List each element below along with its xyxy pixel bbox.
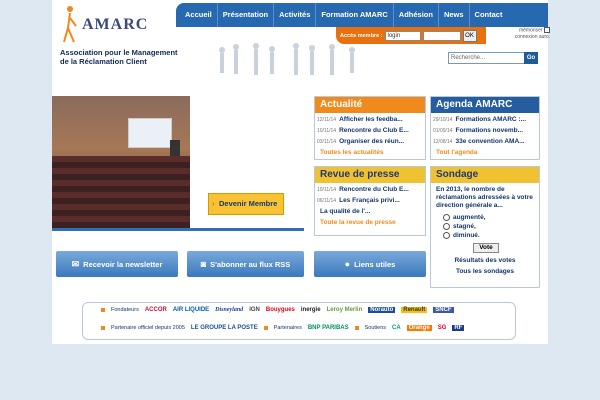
vote-button[interactable]: Vote: [473, 243, 499, 253]
airliquide-logo[interactable]: AIR LIQUIDE: [173, 307, 209, 313]
nav-accueil[interactable]: Accueil: [180, 3, 218, 27]
revue-title[interactable]: Revue de presse: [315, 167, 425, 183]
devenir-membre-button[interactable]: Devenir Membre: [208, 193, 284, 215]
sncf-logo[interactable]: SNCF: [433, 307, 454, 313]
agenda-item[interactable]: 01/09/14 Formations novemb...: [431, 127, 539, 135]
agenda-title[interactable]: Agenda AMARC: [431, 97, 539, 113]
bullet-icon: [101, 308, 105, 312]
resultats-link[interactable]: Résultats des votes: [431, 257, 539, 264]
rss-icon: ◙: [200, 259, 207, 269]
login-label: Accès membre :: [340, 32, 383, 39]
liens-utiles-button[interactable]: ● Liens utiles: [314, 251, 426, 277]
sondage-option[interactable]: augmenté,: [431, 213, 539, 222]
accor-logo[interactable]: ACCOR: [145, 307, 167, 313]
bouygues-logo[interactable]: Bouygues: [266, 307, 295, 313]
search-go-button[interactable]: Go: [524, 52, 538, 64]
sg-logo[interactable]: SG: [438, 325, 447, 331]
bnp-logo[interactable]: BNP PARIBAS: [308, 325, 349, 331]
logo-brand: AMARC: [82, 16, 149, 33]
sondage-box: Sondage En 2013, le nombre de réclamatio…: [430, 166, 540, 288]
logo-subtitle: Association pour le Management de la Réc…: [60, 48, 178, 66]
login-field[interactable]: login: [384, 30, 421, 41]
sondage-option[interactable]: stagné,: [431, 222, 539, 231]
crowd-silhouette-icon: [219, 43, 355, 75]
actualite-item[interactable]: 12/11/14 Afficher les feedba...: [315, 116, 425, 124]
audience-rows: [52, 156, 190, 228]
toute-revue-link[interactable]: Toute la revue de presse: [315, 219, 425, 226]
disney-logo[interactable]: Disneyland: [215, 307, 243, 313]
fondateurs-row: Fondateurs ACCOR AIR LIQUIDE Disneyland …: [101, 307, 454, 313]
revue-box: Revue de presse 10/11/14 Rencontre du Clu…: [314, 166, 426, 236]
main-nav: Accueil Présentation Activités Formation…: [176, 3, 548, 27]
divider-bar: [52, 228, 304, 231]
agenda-item[interactable]: 29/10/14 Formations AMARC :...: [431, 116, 539, 124]
auto-connect-label: connexion auto.: [514, 34, 550, 41]
revue-item[interactable]: La qualité de l'...: [315, 208, 425, 216]
remember-me: mémoriser connexion auto.: [514, 27, 550, 41]
sondage-option[interactable]: diminué.: [431, 231, 539, 240]
revue-item[interactable]: 06/11/14 Les Français privi...: [315, 197, 425, 205]
password-field[interactable]: [422, 30, 461, 41]
ign-logo[interactable]: IGN: [249, 307, 260, 313]
login-bar: Accès membre : login OK: [336, 27, 486, 44]
revue-item[interactable]: 10/11/14 Rencontre du Club E...: [315, 186, 425, 194]
rss-button[interactable]: ◙ S'abonner au flux RSS: [187, 251, 304, 277]
sondage-question: En 2013, le nombre de réclamations adres…: [436, 186, 533, 209]
leroymerlin-logo[interactable]: Leroy Merlin: [327, 307, 363, 313]
bullet-icon: [101, 326, 105, 330]
conference-photo: [52, 96, 190, 228]
bullet-icon: [263, 326, 268, 330]
actualite-title[interactable]: Actualité: [315, 97, 425, 113]
orange-logo[interactable]: Orange: [406, 325, 432, 331]
toutes-actualites-link[interactable]: Toutes les actualités: [315, 149, 425, 156]
republique-logo[interactable]: RF: [452, 325, 465, 331]
bullet-icon: [354, 326, 359, 330]
laposte-logo[interactable]: LE GROUPE LA POSTE: [191, 325, 258, 331]
nav-formation[interactable]: Formation AMARC: [316, 3, 394, 27]
agenda-box: Agenda AMARC 29/10/14 Formations AMARC :.…: [430, 96, 540, 160]
sondage-title: Sondage: [431, 167, 539, 183]
actualite-box: Actualité 12/11/14 Afficher les feedba...…: [314, 96, 426, 160]
norauto-logo[interactable]: Norauto: [368, 307, 396, 313]
nav-contact[interactable]: Contact: [470, 3, 508, 27]
tous-sondages-link[interactable]: Tous les sondages: [431, 268, 539, 275]
partners-panel: Fondateurs ACCOR AIR LIQUIDE Disneyland …: [82, 302, 516, 340]
newsletter-button[interactable]: ✉ Recevoir la newsletter: [56, 251, 178, 277]
partenaires-row: Partenaire officiel depuis 2005 LE GROUP…: [101, 325, 465, 331]
remember-checkbox[interactable]: [544, 27, 550, 33]
nav-presentation[interactable]: Présentation: [218, 3, 275, 27]
inergie-logo[interactable]: inergie: [301, 307, 321, 313]
renault-logo[interactable]: Renault: [401, 307, 428, 313]
nav-adhesion[interactable]: Adhésion: [394, 3, 439, 27]
actualite-item[interactable]: 10/11/14 Rencontre du Club E...: [315, 127, 425, 135]
amarc-logo[interactable]: AMARC Association pour le Management de …: [56, 4, 190, 70]
actualite-item[interactable]: 03/11/14 Organiser des réun...: [315, 138, 425, 146]
ca-logo[interactable]: CA: [392, 325, 401, 331]
login-ok-button[interactable]: OK: [462, 29, 477, 42]
projection-screen: [128, 118, 172, 148]
tout-agenda-link[interactable]: Tout l'agenda: [431, 149, 539, 156]
agenda-item[interactable]: 12/08/14 33e convention AMA...: [431, 138, 539, 146]
page-container: AMARC Association pour le Management de …: [52, 0, 550, 344]
lightbulb-icon: ●: [344, 259, 351, 269]
logo-figure-icon: [63, 6, 77, 43]
mail-icon: ✉: [71, 259, 80, 269]
nav-news[interactable]: News: [439, 3, 470, 27]
nav-activites[interactable]: Activités: [274, 3, 317, 27]
